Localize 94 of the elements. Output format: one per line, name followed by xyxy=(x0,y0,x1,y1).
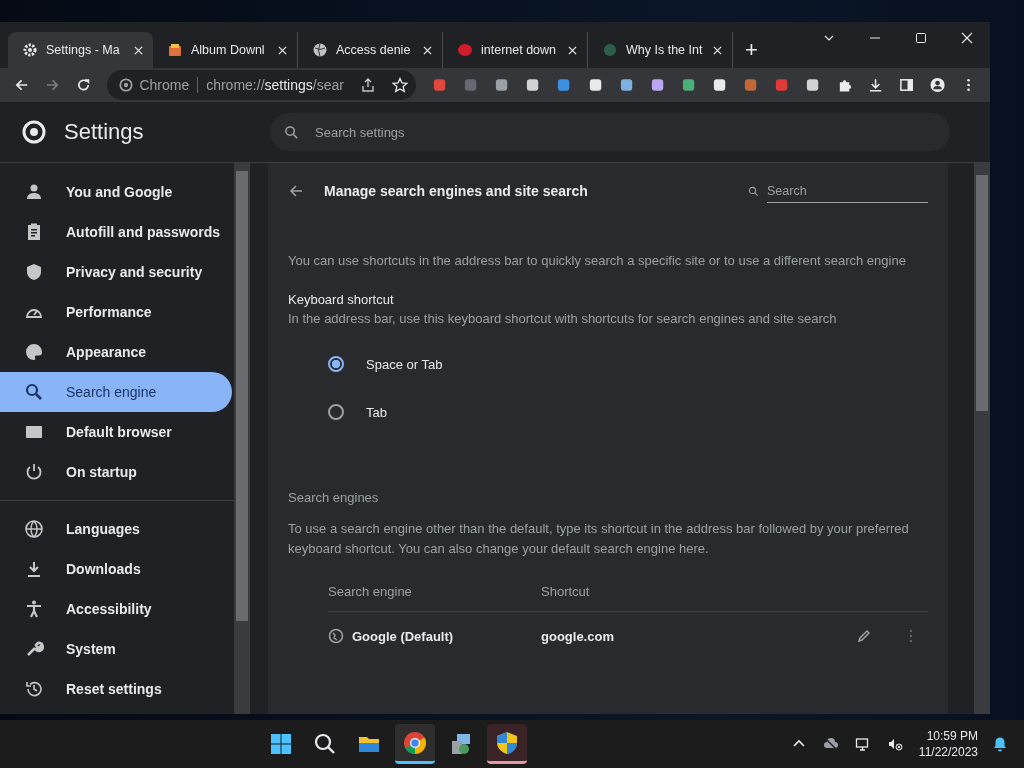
scrollbar[interactable] xyxy=(974,163,990,714)
chrome-logo-icon xyxy=(119,78,134,92)
back-arrow-icon[interactable] xyxy=(288,183,304,199)
search-settings-field[interactable]: Search settings xyxy=(313,123,950,141)
site-chip: Chrome xyxy=(139,77,199,93)
taskbar-button[interactable] xyxy=(395,724,436,764)
sidebar-item[interactable]: System xyxy=(0,629,232,669)
close-icon[interactable] xyxy=(713,45,722,55)
power-icon xyxy=(24,462,44,482)
column-header: Search engine xyxy=(328,583,413,599)
tab-title: Album Downl xyxy=(191,43,266,57)
tab-title: Settings - Ma xyxy=(46,43,121,57)
section-heading: Search engines xyxy=(288,490,380,505)
radio-button[interactable] xyxy=(328,404,344,420)
extension-icon[interactable] xyxy=(649,77,665,93)
extension-icon[interactable] xyxy=(525,77,541,93)
search-bar[interactable]: Search settings xyxy=(270,113,950,151)
search-icon xyxy=(748,184,759,198)
sidebar-item[interactable]: Accessibility xyxy=(0,589,232,629)
tab-title: internet down xyxy=(481,43,558,57)
palette-icon xyxy=(24,342,44,362)
profile-avatar-icon[interactable] xyxy=(929,77,946,93)
sidebar-item[interactable]: Languages xyxy=(0,509,232,549)
network-icon[interactable] xyxy=(854,736,871,752)
favicon-icon xyxy=(312,42,328,58)
settings-title: Settings xyxy=(64,119,144,145)
table-cell-text: google.com xyxy=(541,628,615,644)
back-arrow-icon[interactable] xyxy=(14,77,30,93)
accessibility-icon xyxy=(24,599,44,619)
address-bar[interactable]: Chrome chrome://settings/sear xyxy=(107,70,416,100)
close-icon[interactable] xyxy=(568,45,577,55)
table-cell: Google (Default) xyxy=(352,628,454,644)
radio-button[interactable] xyxy=(328,356,344,372)
share-icon[interactable] xyxy=(359,77,376,93)
chrome-logo-icon xyxy=(403,730,428,755)
windows-start-icon[interactable] xyxy=(269,732,294,756)
sidebar-item[interactable]: Appearance xyxy=(0,332,232,372)
section-description: In the address bar, use this keyboard shortcut with shortcuts for search engines and site search xyxy=(288,311,838,326)
sidebar-item[interactable]: Reset settings xyxy=(0,669,232,709)
shield-icon xyxy=(495,730,520,755)
intro-text: You can use shortcuts in the address bar to quickly search a specific site or to use a different search engine xyxy=(288,253,907,268)
favicon-icon xyxy=(602,42,618,58)
history-icon xyxy=(24,679,44,699)
close-icon[interactable] xyxy=(961,32,973,44)
gear-icon xyxy=(22,42,38,58)
reload-icon[interactable] xyxy=(76,77,92,93)
sidebar-item[interactable]: Performance xyxy=(0,292,232,332)
favicon-icon xyxy=(167,42,183,58)
extension-icon[interactable] xyxy=(587,77,603,93)
extension-icon[interactable] xyxy=(494,77,510,93)
section-description: To use a search engine other than the default, type its shortcut in the address bar followed by your preferred keyboard shortcut. You can also change your default search engine here. xyxy=(288,520,910,558)
search-field[interactable]: Search xyxy=(767,179,928,203)
chrome-logo-icon xyxy=(22,120,46,144)
sidebar-item[interactable]: Autofill and passwords xyxy=(0,212,232,252)
radio-label: Space or Tab xyxy=(366,356,443,372)
search-icon xyxy=(24,382,44,402)
tab-title: Access denie xyxy=(336,43,412,57)
close-icon[interactable] xyxy=(278,45,287,55)
pencil-icon[interactable] xyxy=(856,628,872,644)
taskbar-button[interactable] xyxy=(487,724,528,764)
close-icon[interactable] xyxy=(423,45,432,55)
url-text: chrome://settings/sear xyxy=(205,77,344,93)
close-icon[interactable] xyxy=(134,45,143,55)
extension-icon[interactable] xyxy=(680,77,697,93)
radio-label: Tab xyxy=(366,404,387,420)
browser-tab[interactable]: Settings - Ma xyxy=(8,32,153,68)
sidebar-item[interactable]: On startup xyxy=(0,452,232,492)
clock-time: 10:59 PM xyxy=(926,728,978,744)
tab-title: Why Is the Int xyxy=(626,43,704,57)
bell-icon[interactable] xyxy=(992,736,1008,752)
sidebar-item[interactable]: Downloads xyxy=(0,549,232,589)
section-heading: Keyboard shortcut xyxy=(288,292,395,307)
page-title: Manage search engines and site search xyxy=(324,183,588,199)
sidebar-item[interactable]: Search engine xyxy=(0,372,232,412)
star-icon[interactable] xyxy=(391,77,408,93)
sidebar-item[interactable]: You and Google xyxy=(0,172,232,212)
cloud-icon[interactable] xyxy=(822,736,839,752)
favicon-icon xyxy=(457,42,473,58)
new-tab-button[interactable]: + xyxy=(733,32,770,68)
shield-icon xyxy=(24,262,44,282)
side-panel-icon[interactable] xyxy=(898,77,914,93)
person-icon xyxy=(24,182,44,202)
sidebar-item[interactable]: Privacy and security xyxy=(0,252,232,292)
extension-icon[interactable] xyxy=(618,77,634,93)
extension-icon[interactable] xyxy=(805,77,821,93)
search-icon xyxy=(284,124,299,140)
extension-icon[interactable] xyxy=(712,77,728,93)
column-header: Shortcut xyxy=(541,583,591,599)
forward-arrow-icon[interactable] xyxy=(45,77,61,93)
download-icon[interactable] xyxy=(867,77,883,93)
sidebar-item[interactable]: Default browser xyxy=(0,412,232,452)
maximize-icon[interactable] xyxy=(915,32,927,44)
clock-date: 11/22/2023 xyxy=(918,744,978,760)
scrollbar[interactable] xyxy=(234,163,250,714)
